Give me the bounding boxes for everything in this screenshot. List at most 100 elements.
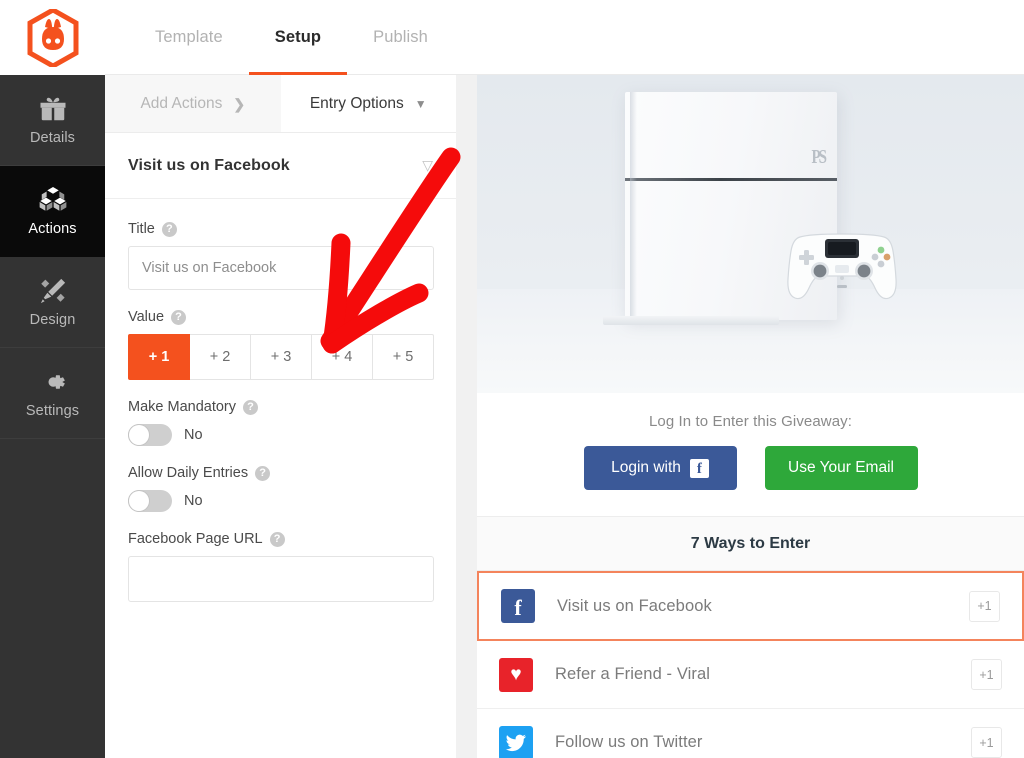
accordion-header-visit-us-on-facebook[interactable]: Visit us on Facebook ▽ bbox=[105, 133, 456, 199]
allow-daily-entries-toggle[interactable] bbox=[128, 490, 172, 512]
question-mark-icon[interactable]: ? bbox=[162, 222, 177, 237]
field-facebook-page-url: Facebook Page URL ? bbox=[128, 531, 433, 602]
login-with-facebook-button[interactable]: Login with f bbox=[584, 446, 737, 490]
tab-label: Template bbox=[155, 28, 223, 47]
field-value: Value ? + 1 + 2 + 3 + 4 + 5 bbox=[128, 309, 433, 380]
playstation-logo-icon: PS bbox=[811, 147, 825, 169]
subtab-label: Add Actions bbox=[140, 95, 222, 113]
field-make-mandatory: Make Mandatory ? No bbox=[128, 399, 433, 446]
sidebar-item-label: Design bbox=[30, 313, 76, 328]
tab-template[interactable]: Template bbox=[129, 0, 249, 75]
gift-icon bbox=[38, 94, 68, 124]
ways-to-enter-header: 7 Ways to Enter bbox=[477, 517, 1024, 571]
make-mandatory-label-text: Make Mandatory bbox=[128, 399, 236, 415]
facebook-icon: f bbox=[501, 589, 535, 623]
use-email-label: Use Your Email bbox=[788, 459, 894, 477]
tab-label: Setup bbox=[275, 28, 321, 47]
facebook-page-url-input[interactable] bbox=[128, 556, 434, 602]
value-option-4[interactable]: + 4 bbox=[312, 334, 373, 380]
giveaway-preview: PS bbox=[477, 75, 1024, 758]
toggle-knob bbox=[129, 425, 149, 445]
make-mandatory-state: No bbox=[184, 427, 203, 443]
question-mark-icon[interactable]: ? bbox=[270, 532, 285, 547]
form-body: Title ? Value ? + 1 + 2 + 3 + 4 bbox=[105, 199, 456, 602]
hero-image: PS bbox=[477, 75, 1024, 393]
accordion-title: Visit us on Facebook bbox=[128, 157, 290, 175]
field-label: Title ? bbox=[128, 221, 433, 237]
allow-daily-entries-state: No bbox=[184, 493, 203, 509]
app-logo[interactable] bbox=[0, 0, 105, 75]
value-option-3[interactable]: + 3 bbox=[251, 334, 312, 380]
title-label-text: Title bbox=[128, 221, 155, 237]
question-mark-icon[interactable]: ? bbox=[243, 400, 258, 415]
sidebar-item-label: Settings bbox=[26, 404, 79, 419]
toggle-knob bbox=[129, 491, 149, 511]
chevron-right-icon: ❯ bbox=[233, 97, 245, 111]
question-mark-icon[interactable]: ? bbox=[171, 310, 186, 325]
gear-icon bbox=[38, 367, 68, 397]
field-allow-daily-entries: Allow Daily Entries ? No bbox=[128, 465, 433, 512]
facebook-page-url-label-text: Facebook Page URL bbox=[128, 531, 263, 547]
subtab-entry-options[interactable]: Entry Options ▼ bbox=[281, 75, 457, 132]
sidebar-item-label: Details bbox=[30, 131, 75, 146]
field-label: Facebook Page URL ? bbox=[128, 531, 433, 547]
allow-daily-entries-label-text: Allow Daily Entries bbox=[128, 465, 248, 481]
entry-points-badge: +1 bbox=[971, 659, 1002, 690]
app-root: Details Actions bbox=[0, 0, 1024, 758]
rabbit-hexagon-logo-icon bbox=[27, 9, 79, 67]
entry-points-badge: +1 bbox=[971, 727, 1002, 758]
sidebar-item-design[interactable]: Design bbox=[0, 257, 105, 348]
entry-item-refer-a-friend[interactable]: ♥ Refer a Friend - Viral +1 bbox=[477, 641, 1024, 709]
entry-label: Refer a Friend - Viral bbox=[533, 665, 971, 684]
controller-icon bbox=[782, 223, 902, 315]
field-title: Title ? bbox=[128, 221, 433, 290]
action-settings-card: Visit us on Facebook ▽ Title ? Value ? bbox=[105, 133, 456, 758]
chevron-down-icon: ▼ bbox=[415, 98, 427, 110]
value-option-2[interactable]: + 2 bbox=[190, 334, 251, 380]
tab-label: Publish bbox=[373, 28, 428, 47]
login-facebook-label: Login with bbox=[611, 459, 681, 477]
value-label-text: Value bbox=[128, 309, 164, 325]
facebook-f-icon: f bbox=[690, 459, 709, 478]
entry-points-badge: +1 bbox=[969, 591, 1000, 622]
value-option-5[interactable]: + 5 bbox=[373, 334, 434, 380]
paintbrush-pencil-icon bbox=[38, 276, 68, 306]
allow-daily-entries-toggle-row: No bbox=[128, 490, 433, 512]
field-label: Value ? bbox=[128, 309, 433, 325]
subtab-label: Entry Options bbox=[310, 95, 404, 113]
tab-setup[interactable]: Setup bbox=[249, 0, 347, 75]
builder-tabs: Template Setup Publish bbox=[105, 0, 454, 75]
heart-icon: ♥ bbox=[499, 658, 533, 692]
login-caption: Log In to Enter this Giveaway: bbox=[477, 413, 1024, 430]
left-sidebar: Details Actions bbox=[0, 0, 105, 758]
sidebar-item-actions[interactable]: Actions bbox=[0, 166, 105, 257]
twitter-bird-icon bbox=[499, 726, 533, 758]
login-section: Log In to Enter this Giveaway: Login wit… bbox=[477, 393, 1024, 517]
tab-publish[interactable]: Publish bbox=[347, 0, 454, 75]
make-mandatory-toggle[interactable] bbox=[128, 424, 172, 446]
make-mandatory-toggle-row: No bbox=[128, 424, 433, 446]
console-stand bbox=[603, 316, 779, 325]
chevron-down-icon[interactable]: ▽ bbox=[422, 157, 433, 174]
question-mark-icon[interactable]: ? bbox=[255, 466, 270, 481]
entry-label: Follow us on Twitter bbox=[533, 733, 971, 752]
sidebar-item-details[interactable]: Details bbox=[0, 75, 105, 166]
dualshock-controller-image bbox=[782, 223, 902, 315]
title-input[interactable] bbox=[128, 246, 434, 290]
login-buttons: Login with f Use Your Email bbox=[477, 446, 1024, 490]
field-label: Make Mandatory ? bbox=[128, 399, 433, 415]
entry-label: Visit us on Facebook bbox=[535, 597, 969, 616]
value-option-group: + 1 + 2 + 3 + 4 + 5 bbox=[128, 334, 434, 380]
panel-gutter bbox=[456, 75, 477, 758]
subtab-add-actions[interactable]: Add Actions ❯ bbox=[105, 75, 281, 132]
sidebar-item-label: Actions bbox=[28, 222, 76, 237]
blocks-icon bbox=[38, 185, 68, 215]
entry-item-visit-us-on-facebook[interactable]: f Visit us on Facebook +1 bbox=[477, 571, 1024, 641]
settings-panel: Add Actions ❯ Entry Options ▼ Visit us o… bbox=[105, 75, 456, 758]
entry-item-follow-us-on-twitter[interactable]: Follow us on Twitter +1 bbox=[477, 709, 1024, 758]
sidebar-item-settings[interactable]: Settings bbox=[0, 348, 105, 439]
use-your-email-button[interactable]: Use Your Email bbox=[765, 446, 918, 490]
twitter-bird-glyph bbox=[505, 734, 527, 752]
value-option-1[interactable]: + 1 bbox=[128, 334, 190, 380]
top-header: Template Setup Publish bbox=[105, 0, 1024, 75]
